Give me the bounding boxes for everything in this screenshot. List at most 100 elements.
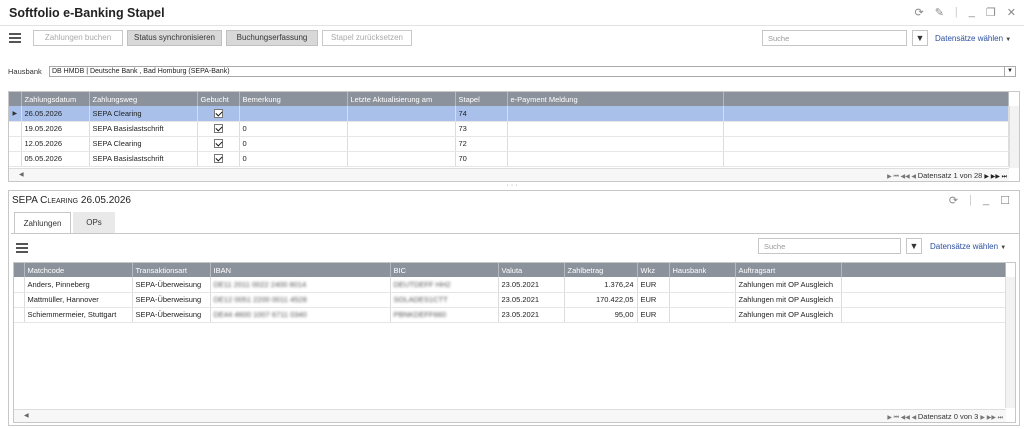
tab-ops[interactable]: OPs	[73, 212, 115, 234]
table-row[interactable]: Mattmüller, Hannover SEPA-Überweisung DE…	[14, 292, 1006, 308]
row-indicator	[14, 307, 25, 323]
horizontal-scrollbar[interactable]: ◀	[9, 168, 1009, 181]
detail-datensaetze-waehlen-link[interactable]: Datensätze wählen ▼	[930, 242, 1006, 251]
cell-amount: 170.422,05	[564, 292, 638, 308]
table-row[interactable]: 05.05.2026 SEPA Basislastschrift 0 70	[9, 151, 1009, 167]
cell-type: SEPA-Überweisung	[132, 307, 211, 323]
column-header[interactable]: Hausbank	[669, 263, 736, 277]
filter-icon[interactable]: ▼	[912, 30, 928, 46]
detail-window-controls: ⟳ | _ ☐	[949, 194, 1010, 207]
cell-booked	[197, 136, 240, 152]
scroll-left-icon[interactable]: ◀	[19, 172, 24, 178]
wrench-icon[interactable]: ✎	[935, 6, 944, 19]
scroll-left-icon[interactable]: ◀	[24, 413, 29, 419]
row-indicator	[9, 151, 22, 167]
detail-search-input[interactable]: Suche	[758, 238, 901, 254]
column-header[interactable]: BIC	[390, 263, 499, 277]
search-input[interactable]: Suche	[762, 30, 907, 46]
cell-updated	[347, 151, 456, 167]
column-header[interactable]: Zahlungsdatum	[21, 92, 90, 106]
column-header[interactable]: Zahlungsweg	[89, 92, 198, 106]
cell-date: 26.05.2026	[21, 106, 90, 122]
cell-updated	[347, 106, 456, 122]
cell-hausbank	[669, 292, 736, 308]
column-header[interactable]: Zahlbetrag	[564, 263, 638, 277]
column-header[interactable]: Wkz	[637, 263, 670, 277]
detail-filter-icon[interactable]: ▼	[906, 238, 922, 254]
cell-matchcode: Anders, Pinneberg	[24, 277, 133, 293]
tab-zahlungen[interactable]: Zahlungen	[14, 212, 71, 234]
column-header[interactable]: IBAN	[210, 263, 391, 277]
booked-checkbox[interactable]	[213, 124, 223, 134]
pager-label: Datensatz 0 von 3	[917, 412, 979, 421]
table-row[interactable]: Anders, Pinneberg SEPA-Überweisung DE11 …	[14, 277, 1006, 293]
cell-wkz: EUR	[637, 277, 670, 293]
cell-booked	[197, 121, 240, 137]
cell-hausbank	[669, 307, 736, 323]
pager-next-icons[interactable]: ▶ ▶▶ ⏭	[980, 415, 1003, 421]
table-row[interactable]: ▶ 26.05.2026 SEPA Clearing 74	[9, 106, 1009, 122]
separator: |	[969, 194, 972, 206]
chevron-down-icon[interactable]: ▼	[1004, 67, 1015, 76]
pager-nav-icons[interactable]: ▶ ⏮ ◀◀ ◀	[887, 174, 918, 180]
column-header[interactable]: Valuta	[498, 263, 565, 277]
minimize-icon[interactable]: _	[969, 6, 975, 19]
datensaetze-waehlen-label: Datensätze wählen	[935, 34, 1004, 43]
column-header[interactable]: Stapel	[455, 92, 508, 106]
column-header[interactable]: Letzte Aktualisierung am	[347, 92, 456, 106]
cell-bic: DEUTDEFF HH2	[390, 277, 499, 293]
minimize-icon[interactable]: _	[983, 194, 989, 207]
cell-order: Zahlungen mit OP Ausgleich	[735, 277, 842, 293]
buchungserfassung-button[interactable]: Buchungserfassung	[226, 30, 318, 46]
column-header[interactable]: Gebucht	[197, 92, 240, 106]
cell-iban: DE12 0051 2200 0011 4528	[210, 292, 391, 308]
cell-valuta: 23.05.2021	[498, 292, 565, 308]
detail-menu-icon[interactable]	[16, 241, 28, 253]
table-row[interactable]: 12.05.2026 SEPA Clearing 0 72	[9, 136, 1009, 152]
separator: |	[954, 6, 958, 18]
column-header[interactable]: Auftragsart	[735, 263, 842, 277]
zahlungen-buchen-button[interactable]: Zahlungen buchen	[33, 30, 123, 46]
cell-note: 0	[239, 121, 348, 137]
datensaetze-waehlen-link[interactable]: Datensätze wählen ▼	[935, 34, 1011, 43]
toolbar: Zahlungen buchen Status synchronisieren …	[0, 27, 1024, 51]
cell-filler	[841, 277, 1006, 293]
booked-checkbox[interactable]	[213, 109, 223, 118]
cell-booked	[197, 106, 240, 122]
cell-wkz: EUR	[637, 307, 670, 323]
cell-updated	[347, 121, 456, 137]
pager-next-icons[interactable]: ▶ ▶▶ ⏭	[984, 174, 1007, 180]
refresh-icon[interactable]: ⟳	[949, 194, 958, 207]
column-header[interactable]: Transaktionsart	[132, 263, 211, 277]
column-header[interactable]: e-Payment Meldung	[507, 92, 724, 106]
cell-order: Zahlungen mit OP Ausgleich	[735, 307, 842, 323]
pager-nav-icons[interactable]: ▶ ⏮ ◀◀ ◀	[887, 415, 918, 421]
close-icon[interactable]: ✕	[1007, 6, 1016, 19]
booked-checkbox[interactable]	[213, 139, 223, 149]
column-header[interactable]: Bemerkung	[239, 92, 348, 106]
title-bar: Softfolio e-Banking Stapel ⟳ ✎ | _ ❐ ✕	[0, 0, 1024, 26]
menu-icon[interactable]	[9, 31, 21, 43]
pager-label: Datensatz 1 von 28	[917, 171, 983, 180]
hausbank-select[interactable]: DB HMDB | Deutsche Bank , Bad Homburg (S…	[49, 66, 1016, 77]
stapel-zuruecksetzen-button[interactable]: Stapel zurücksetzen	[322, 30, 412, 46]
column-header[interactable]: Matchcode	[24, 263, 133, 277]
row-indicator	[9, 136, 22, 152]
vertical-scrollbar[interactable]	[1009, 106, 1019, 168]
booked-checkbox[interactable]	[213, 154, 223, 164]
cell-bic: SOLADES1CTT	[390, 292, 499, 308]
cell-batch: 74	[455, 106, 508, 122]
status-synchronisieren-button[interactable]: Status synchronisieren	[127, 30, 222, 46]
cell-updated	[347, 136, 456, 152]
cell-booked	[197, 151, 240, 167]
maximize-icon[interactable]: ☐	[1000, 194, 1010, 207]
horizontal-scrollbar[interactable]: ◀	[14, 409, 1006, 422]
refresh-icon[interactable]: ⟳	[914, 6, 923, 19]
hausbank-label: Hausbank	[8, 67, 42, 76]
table-row[interactable]: Schiemmermeier, Stuttgart SEPA-Überweisu…	[14, 307, 1006, 323]
table-row[interactable]: 19.05.2026 SEPA Basislastschrift 0 73	[9, 121, 1009, 137]
restore-icon[interactable]: ❐	[986, 6, 996, 19]
cell-batch: 72	[455, 136, 508, 152]
cell-way: SEPA Basislastschrift	[89, 121, 198, 137]
vertical-scrollbar[interactable]	[1005, 277, 1015, 408]
